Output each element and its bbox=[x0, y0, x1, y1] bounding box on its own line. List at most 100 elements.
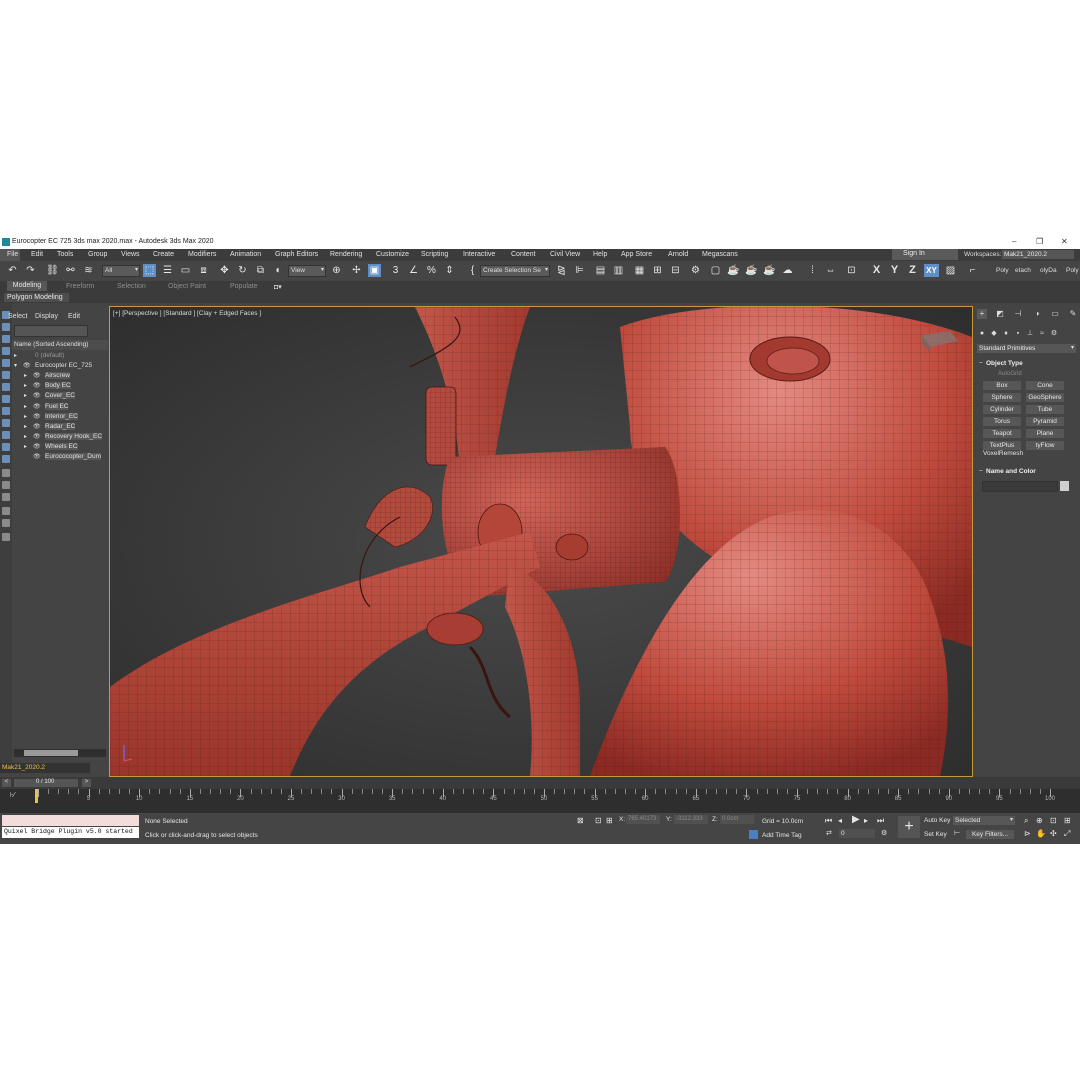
menu-arnold[interactable]: Arnold bbox=[668, 251, 688, 258]
curve-editor-icon[interactable]: ▦ bbox=[633, 264, 646, 277]
window-crossing-icon[interactable]: ⧈ bbox=[197, 264, 210, 277]
menu-content[interactable]: Content bbox=[511, 251, 536, 258]
viewport-label-menu[interactable]: [+] [Perspective ] [Standard ] [Clay + E… bbox=[113, 310, 261, 317]
angle-snap-icon[interactable]: ∠ bbox=[407, 264, 420, 277]
ribbon-tab-etach[interactable]: etach bbox=[1015, 264, 1031, 278]
xrefs-filter-icon[interactable] bbox=[2, 419, 10, 427]
menu-tools[interactable]: Tools bbox=[57, 251, 73, 258]
primitive-pyramid-button[interactable]: Pyramid bbox=[1026, 417, 1064, 426]
percent-snap-icon[interactable]: % bbox=[425, 264, 438, 277]
menu-customize[interactable]: Customize bbox=[376, 251, 409, 258]
spinner-snap-icon[interactable]: ⇕ bbox=[443, 264, 456, 277]
spacewarps-category-icon[interactable]: ≈ bbox=[1038, 329, 1046, 338]
z-coord-field[interactable]: 0.0cm bbox=[720, 815, 754, 824]
menu-app-store[interactable]: App Store bbox=[621, 251, 652, 258]
explorer-menu-edit[interactable]: Edit bbox=[68, 313, 80, 320]
hierarchy-tab-icon[interactable]: ⊣ bbox=[1013, 309, 1023, 319]
align-icon[interactable]: ⊫ bbox=[573, 264, 586, 277]
zoom-extents-icon[interactable]: ⊡ bbox=[1050, 816, 1057, 825]
expand-toggle-icon[interactable]: ▸ bbox=[24, 423, 27, 430]
orbit-icon[interactable]: ✣ bbox=[1050, 829, 1057, 838]
restore-button[interactable]: ❐ bbox=[1036, 237, 1043, 246]
toolbar-target-icon[interactable]: ⊡ bbox=[845, 264, 858, 277]
explorer-row[interactable]: ▾ 👁 Eurocopter EC_725 bbox=[12, 361, 108, 371]
frozen-filter-icon[interactable] bbox=[2, 455, 10, 463]
explorer-row[interactable]: ▸ 👁 Recovery Hook_EC bbox=[12, 432, 108, 442]
explorer-horizontal-scrollbar[interactable] bbox=[14, 749, 106, 757]
expand-toggle-icon[interactable]: ▾ bbox=[14, 362, 17, 369]
track-bar[interactable]: ⊦⁄ 5 10 15 20 25 30 35 40 45 50 55 60 65 70 75 80 85 90 95… bbox=[0, 789, 1080, 813]
explorer-row[interactable]: ▸ 👁 Cover_EC bbox=[12, 391, 108, 401]
keyboard-shortcut-toggle-icon[interactable]: ▣ bbox=[368, 264, 381, 277]
visibility-eye-icon[interactable]: 👁 bbox=[33, 423, 41, 430]
maximize-viewport-icon[interactable]: ⤢ bbox=[1064, 829, 1070, 839]
ribbon-tab-olyda[interactable]: olyDa bbox=[1040, 264, 1057, 278]
expand-toggle-icon[interactable]: ▸ bbox=[24, 433, 27, 440]
axis-y-button[interactable]: Y bbox=[888, 264, 901, 277]
display-all-icon[interactable] bbox=[2, 323, 10, 331]
menu-group[interactable]: Group bbox=[88, 251, 107, 258]
layer-manager-icon[interactable] bbox=[2, 533, 10, 541]
place-icon[interactable]: ◐ bbox=[272, 264, 285, 277]
current-frame-field[interactable]: 0 bbox=[839, 829, 875, 838]
render-active-shade-icon[interactable]: ☕ bbox=[763, 264, 776, 277]
expand-toggle-icon[interactable]: ▸ bbox=[24, 392, 27, 399]
sign-in-button[interactable]: Sign In bbox=[892, 249, 958, 260]
ribbon-tab-object-paint[interactable]: Object Paint bbox=[168, 283, 206, 290]
ribbon-tab-poly[interactable]: Poly bbox=[996, 264, 1009, 278]
ribbon-tab-modeling[interactable]: Modeling bbox=[7, 281, 47, 291]
primitive-cone-button[interactable]: Cone bbox=[1026, 381, 1064, 390]
primitive-plane-button[interactable]: Plane bbox=[1026, 429, 1064, 438]
rectangular-selection-icon[interactable]: ▭ bbox=[179, 264, 192, 277]
field-of-view-icon[interactable]: ⊳ bbox=[1024, 829, 1031, 838]
maxscript-output[interactable]: Quixel Bridge Plugin v5.0 started bbox=[2, 827, 139, 838]
key-tangent-icon[interactable]: ⊢ bbox=[954, 829, 960, 837]
primitive-geosphere-button[interactable]: GeoSphere bbox=[1026, 393, 1064, 402]
menu-animation[interactable]: Animation bbox=[230, 251, 261, 258]
primitive-box-button[interactable]: Box bbox=[983, 381, 1021, 390]
expand-toggle-icon[interactable]: ▸ bbox=[24, 382, 27, 389]
set-key-large-button[interactable]: + bbox=[898, 816, 920, 838]
primitive-torus-button[interactable]: Torus bbox=[983, 417, 1021, 426]
ribbon-tab-populate[interactable]: Populate bbox=[230, 283, 258, 290]
zoom-icon[interactable]: ⌕ bbox=[1024, 816, 1028, 826]
invert-selection-icon[interactable] bbox=[2, 493, 10, 501]
scene-explorer-toggle-icon[interactable]: ▤ bbox=[594, 264, 607, 277]
track-bar-filter-icon[interactable]: ⊦⁄ bbox=[10, 791, 15, 799]
create-tab-icon[interactable]: + bbox=[977, 309, 987, 319]
bind-spacewarp-icon[interactable]: ≋ bbox=[82, 264, 95, 277]
toolbar-ruler-icon[interactable]: ⌐ bbox=[966, 264, 979, 277]
primitive-category-dropdown[interactable]: Standard Primitives ▾ bbox=[977, 344, 1076, 353]
schematic-view-icon[interactable]: ⊞ bbox=[651, 264, 664, 277]
mirror-icon[interactable]: ⧎ bbox=[555, 264, 568, 277]
scale-icon[interactable]: ⧉ bbox=[254, 264, 267, 277]
track-bar-ruler[interactable]: 5 10 15 20 25 30 35 40 45 50 55 60 65 70 75 80 85 90 95 100 bbox=[38, 789, 1055, 803]
utilities-tab-icon[interactable]: ✎ bbox=[1068, 309, 1078, 319]
axis-xy-button[interactable]: XY bbox=[924, 264, 939, 277]
current-layer-dropdown[interactable]: Mak21_2020.2 bbox=[0, 763, 90, 773]
ribbon-panel-polygon-modeling[interactable]: Polygon Modeling bbox=[4, 293, 69, 302]
toolbar-grid-icon[interactable]: ⁞ bbox=[806, 264, 819, 277]
expand-toggle-icon[interactable]: ▸ bbox=[24, 372, 27, 379]
object-type-rollout[interactable]: − Object Type bbox=[977, 359, 1076, 369]
playhead-marker[interactable] bbox=[35, 789, 38, 803]
helpers-category-icon[interactable]: ⊥ bbox=[1026, 329, 1034, 338]
play-icon[interactable]: ▶ bbox=[852, 814, 860, 825]
menu-civil-view[interactable]: Civil View bbox=[550, 251, 580, 258]
x-coord-field[interactable]: 765.40173 bbox=[626, 815, 660, 824]
explorer-row[interactable]: ▸ 👁 Wheels EC bbox=[12, 442, 108, 452]
render-iterative-icon[interactable]: ☕ bbox=[745, 264, 758, 277]
ribbon-options-icon[interactable]: ◘▾ bbox=[274, 283, 282, 291]
key-filters-button[interactable]: Key Filters... bbox=[966, 830, 1014, 839]
absolute-mode-icon[interactable]: ⊞ bbox=[606, 816, 613, 825]
explorer-row[interactable]: 👁 Eurococopter_Dum bbox=[12, 452, 108, 462]
rendered-frame-window-icon[interactable]: ▢ bbox=[709, 264, 722, 277]
visibility-eye-icon[interactable]: 👁 bbox=[33, 443, 41, 450]
menu-scripting[interactable]: Scripting bbox=[421, 251, 448, 258]
time-tag-icon[interactable] bbox=[749, 830, 758, 839]
explorer-row[interactable]: ▸ 👁 Body EC bbox=[12, 381, 108, 391]
expand-toggle-icon[interactable]: ▸ bbox=[24, 443, 27, 450]
explorer-row[interactable]: ▸ 👁 Radar_EC bbox=[12, 422, 108, 432]
visibility-eye-icon[interactable]: 👁 bbox=[33, 382, 41, 389]
unlink-icon[interactable]: ⚯ bbox=[64, 264, 77, 277]
